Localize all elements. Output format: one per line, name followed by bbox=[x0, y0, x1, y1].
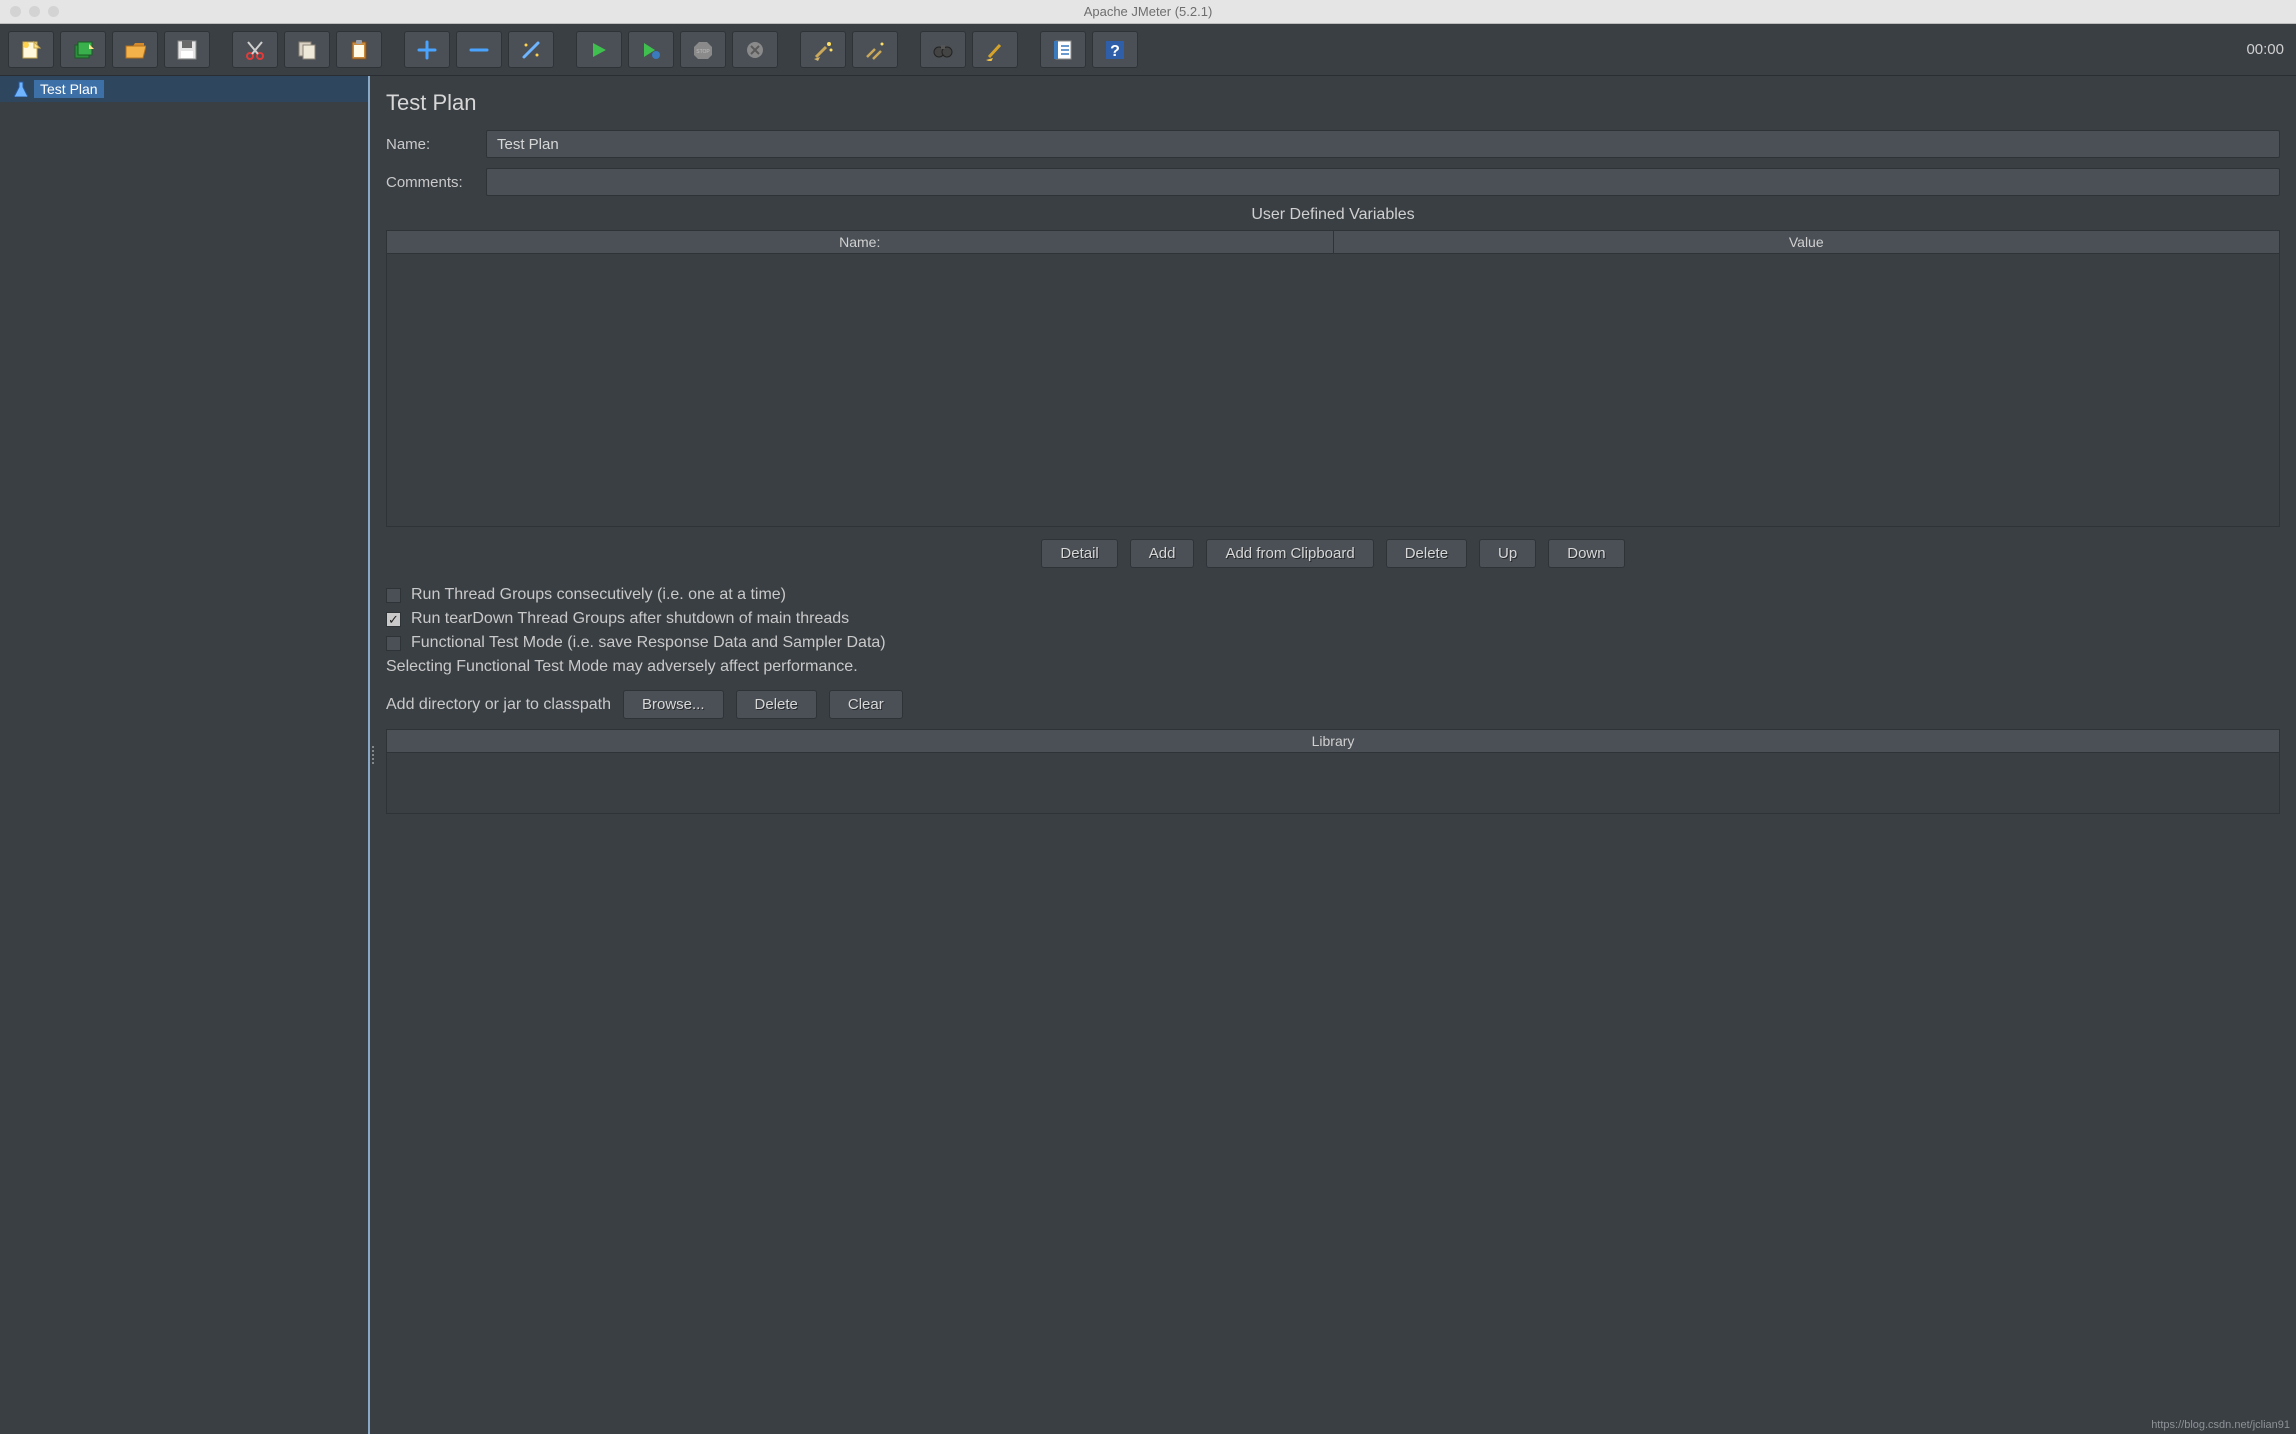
name-label: Name: bbox=[386, 136, 474, 153]
double-broom-icon bbox=[864, 39, 886, 61]
toggle-button[interactable] bbox=[508, 31, 554, 68]
stop-icon: STOP bbox=[694, 41, 712, 59]
panel-heading: Test Plan bbox=[386, 90, 2280, 116]
traffic-close-icon[interactable] bbox=[10, 6, 21, 17]
plus-icon bbox=[417, 40, 437, 60]
up-button[interactable]: Up bbox=[1479, 539, 1536, 568]
templates-icon bbox=[72, 39, 94, 61]
clear-all-button[interactable] bbox=[852, 31, 898, 68]
reset-search-button[interactable] bbox=[972, 31, 1018, 68]
stop-button[interactable]: STOP bbox=[680, 31, 726, 68]
clear-button[interactable] bbox=[800, 31, 846, 68]
browse-button[interactable]: Browse... bbox=[623, 690, 724, 719]
traffic-lights bbox=[10, 6, 59, 17]
udv-table-body[interactable] bbox=[387, 254, 2279, 526]
save-floppy-icon bbox=[176, 39, 198, 61]
teardown-checkbox[interactable] bbox=[386, 612, 401, 627]
test-plan-tree[interactable]: Test Plan bbox=[0, 76, 370, 1434]
start-button[interactable] bbox=[576, 31, 622, 68]
add-button[interactable]: Add bbox=[1130, 539, 1195, 568]
start-no-pause-button[interactable] bbox=[628, 31, 674, 68]
udv-col-value: Value bbox=[1334, 231, 2280, 253]
functional-note: Selecting Functional Test Mode may adver… bbox=[386, 658, 2280, 676]
consecutive-label: Run Thread Groups consecutively (i.e. on… bbox=[411, 586, 786, 604]
name-input[interactable] bbox=[486, 130, 2280, 158]
functional-checkbox[interactable] bbox=[386, 636, 401, 651]
new-button[interactable] bbox=[8, 31, 54, 68]
elapsed-time: 00:00 bbox=[2246, 41, 2288, 58]
copy-button[interactable] bbox=[284, 31, 330, 68]
clipboard-icon bbox=[348, 39, 370, 61]
search-button[interactable] bbox=[920, 31, 966, 68]
binoculars-icon bbox=[932, 39, 954, 61]
open-folder-icon bbox=[124, 39, 146, 61]
tree-root-test-plan[interactable]: Test Plan bbox=[0, 76, 368, 102]
comments-input[interactable] bbox=[486, 168, 2280, 196]
teardown-label: Run tearDown Thread Groups after shutdow… bbox=[411, 610, 849, 628]
delete-button[interactable]: Delete bbox=[1386, 539, 1467, 568]
down-button[interactable]: Down bbox=[1548, 539, 1624, 568]
comments-label: Comments: bbox=[386, 174, 474, 191]
window-titlebar: Apache JMeter (5.2.1) bbox=[0, 0, 2296, 24]
traffic-zoom-icon[interactable] bbox=[48, 6, 59, 17]
collapse-button[interactable] bbox=[456, 31, 502, 68]
classpath-label: Add directory or jar to classpath bbox=[386, 696, 611, 714]
tree-root-label: Test Plan bbox=[34, 80, 104, 98]
help-icon: ? bbox=[1104, 39, 1126, 61]
library-table-body[interactable] bbox=[387, 753, 2279, 813]
library-col: Library bbox=[387, 730, 2279, 752]
editor-panel: Test Plan Name: Comments: User Defined V… bbox=[370, 76, 2296, 1434]
udv-title: User Defined Variables bbox=[386, 206, 2280, 224]
broom-yellow-icon bbox=[984, 39, 1006, 61]
broom-sparkle-icon bbox=[812, 39, 834, 61]
paste-button[interactable] bbox=[336, 31, 382, 68]
shutdown-icon bbox=[746, 41, 764, 59]
function-helper-button[interactable] bbox=[1040, 31, 1086, 68]
functional-label: Functional Test Mode (i.e. save Response… bbox=[411, 634, 886, 652]
play-icon bbox=[590, 41, 608, 59]
main-toolbar: STOP ? 00:00 bbox=[0, 24, 2296, 76]
traffic-minimize-icon[interactable] bbox=[29, 6, 40, 17]
consecutive-checkbox[interactable] bbox=[386, 588, 401, 603]
shutdown-button[interactable] bbox=[732, 31, 778, 68]
classpath-delete-button[interactable]: Delete bbox=[736, 690, 817, 719]
save-button[interactable] bbox=[164, 31, 210, 68]
cut-button[interactable] bbox=[232, 31, 278, 68]
minus-icon bbox=[469, 40, 489, 60]
flask-icon bbox=[14, 81, 28, 97]
window-title: Apache JMeter (5.2.1) bbox=[0, 4, 2296, 19]
watermark: https://blog.csdn.net/jclian91 bbox=[2151, 1419, 2290, 1431]
play-timer-icon bbox=[641, 40, 661, 60]
detail-button[interactable]: Detail bbox=[1041, 539, 1117, 568]
expand-button[interactable] bbox=[404, 31, 450, 68]
svg-text:?: ? bbox=[1110, 43, 1120, 60]
scissors-icon bbox=[244, 39, 266, 61]
library-table[interactable]: Library bbox=[386, 729, 2280, 814]
copy-icon bbox=[296, 39, 318, 61]
toggle-wand-icon bbox=[520, 39, 542, 61]
add-from-clipboard-button[interactable]: Add from Clipboard bbox=[1206, 539, 1373, 568]
help-button[interactable]: ? bbox=[1092, 31, 1138, 68]
open-button[interactable] bbox=[112, 31, 158, 68]
svg-text:STOP: STOP bbox=[696, 49, 710, 55]
udv-table[interactable]: Name: Value bbox=[386, 230, 2280, 527]
udv-col-name: Name: bbox=[387, 231, 1334, 253]
clear-classpath-button[interactable]: Clear bbox=[829, 690, 903, 719]
new-file-icon bbox=[20, 39, 42, 61]
notebook-icon bbox=[1052, 39, 1074, 61]
split-handle[interactable] bbox=[369, 740, 377, 770]
templates-button[interactable] bbox=[60, 31, 106, 68]
